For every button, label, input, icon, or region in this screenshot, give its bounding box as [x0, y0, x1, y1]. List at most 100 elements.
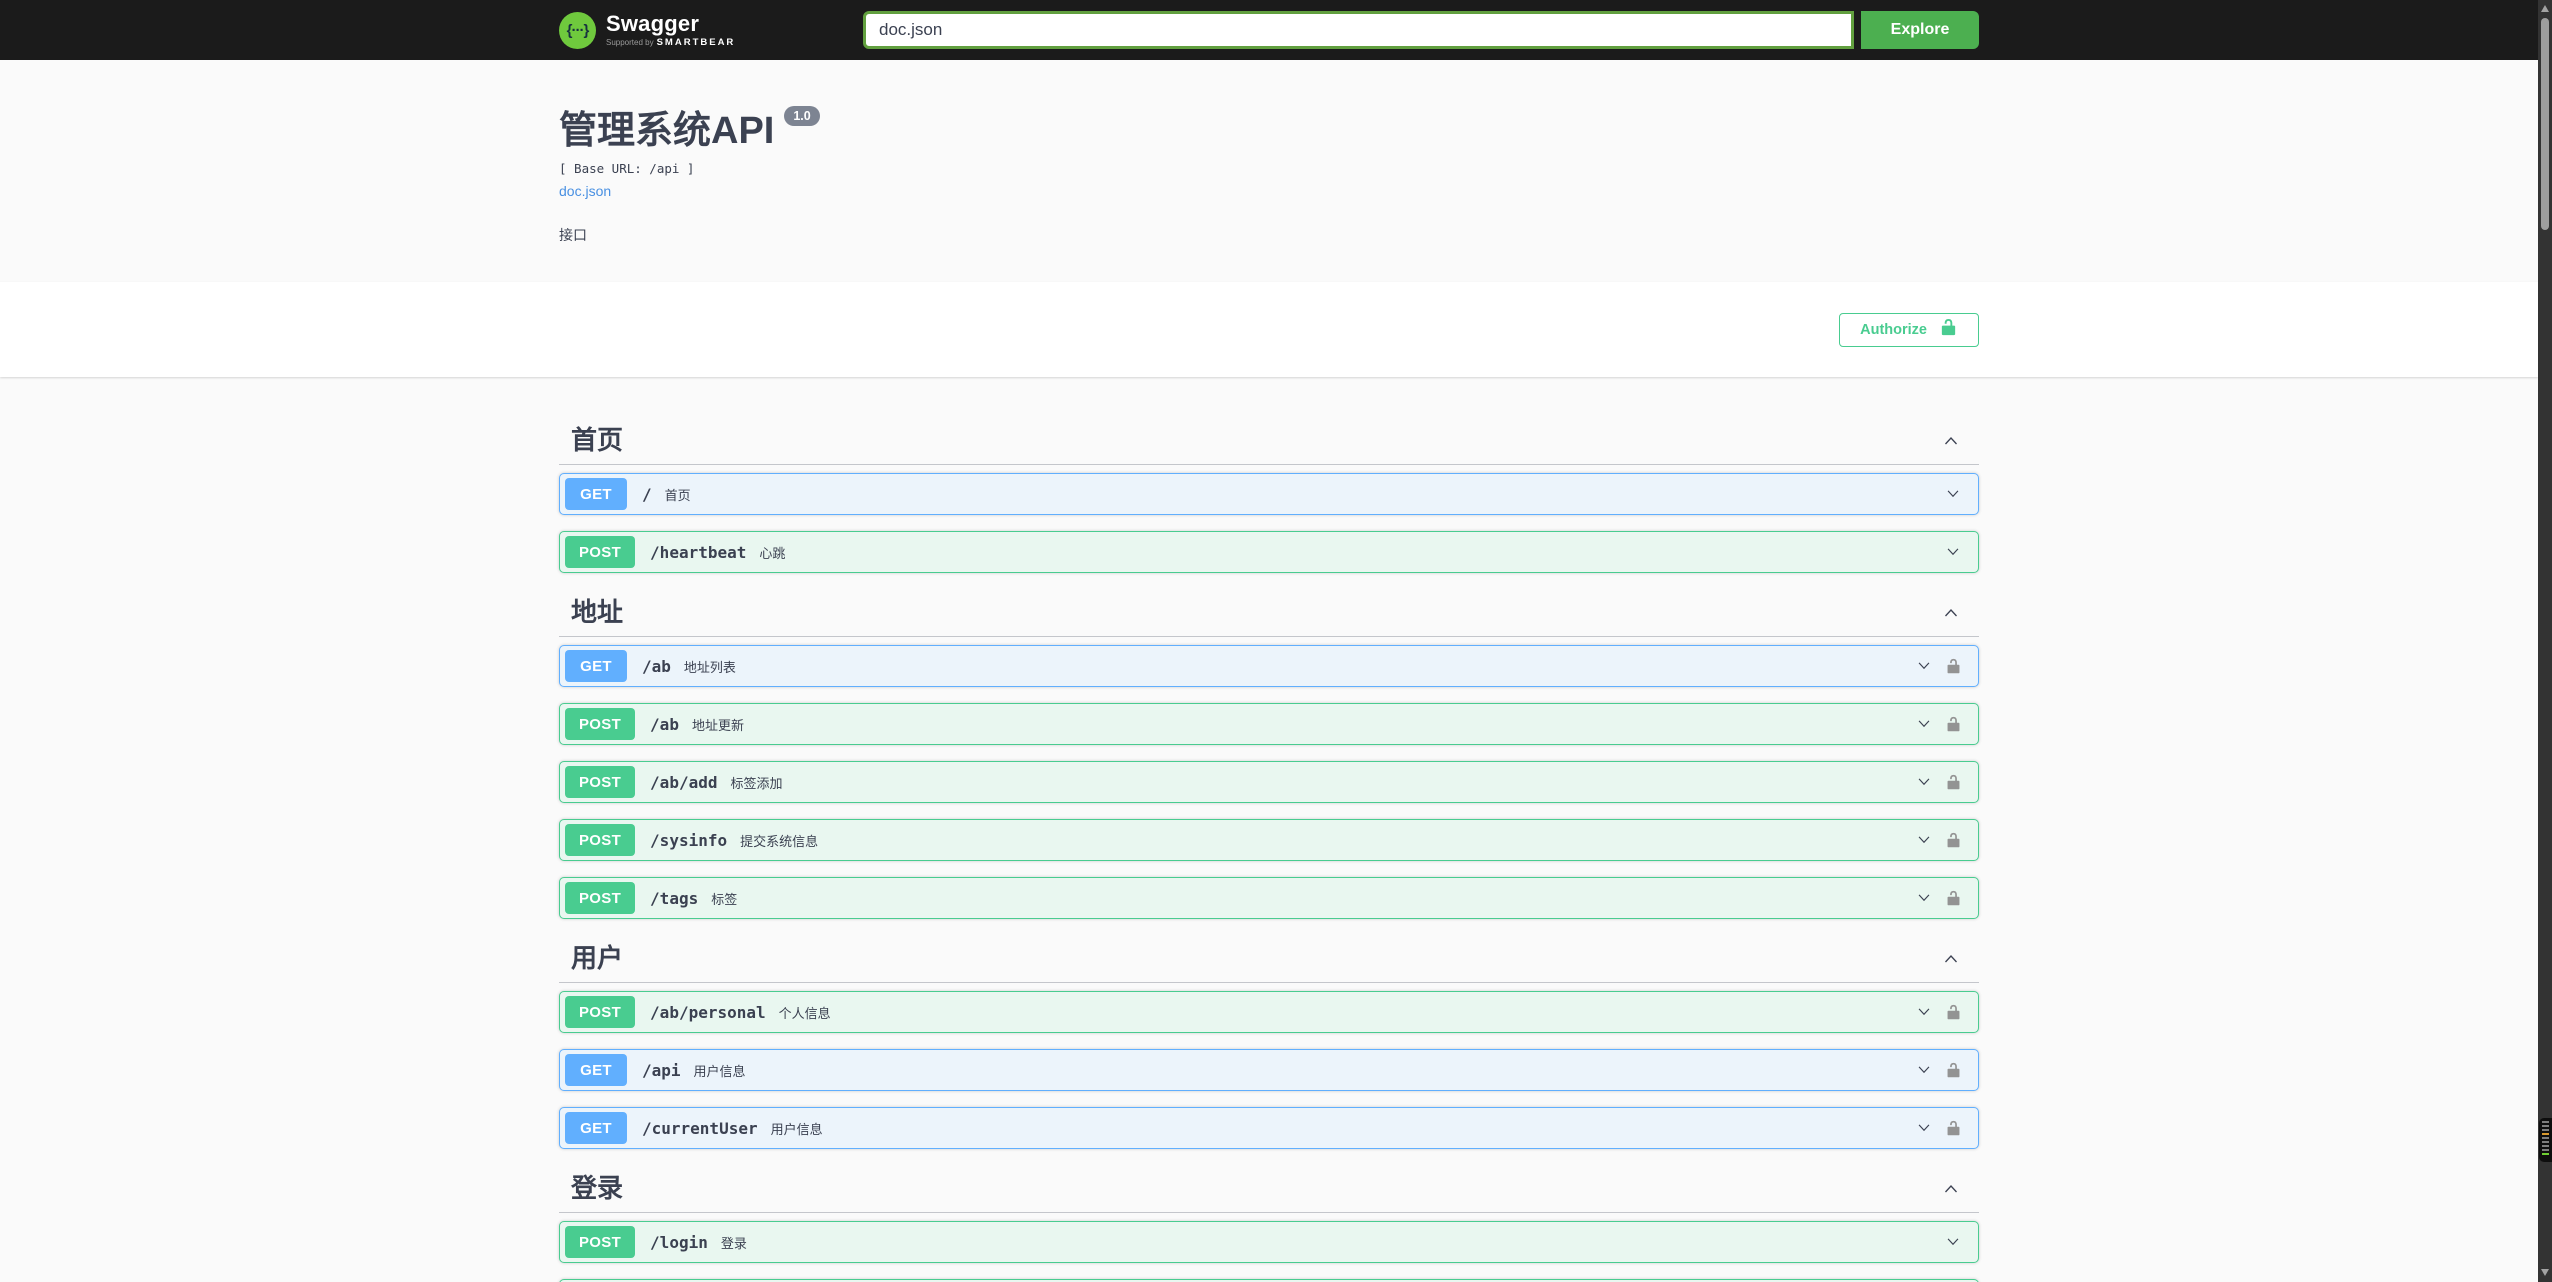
tag-section-login: 登录 POST /login 登录 POST /login/captcha 登录…: [559, 1165, 1979, 1282]
base-url: [ Base URL: /api ]: [559, 161, 695, 176]
method-badge: POST: [565, 1226, 636, 1258]
chevron-down-icon: [1918, 720, 1930, 728]
operation-path[interactable]: /tags: [650, 889, 698, 908]
scroll-marker-widget[interactable]: [2539, 1118, 2552, 1162]
chevron-down-icon: [1918, 778, 1930, 786]
operation-path[interactable]: /login: [650, 1233, 708, 1252]
operation-row[interactable]: POST /ab 地址更新: [559, 703, 1979, 745]
operation-summary: 标签添加: [730, 775, 783, 791]
tag-title: 用户: [571, 943, 624, 973]
tag-section-user: 用户 POST /ab/personal 个人信息 GET /api 用户信息 …: [559, 935, 1979, 1149]
explore-button[interactable]: Explore: [1861, 11, 1979, 49]
chevron-up-icon: [1945, 1184, 1957, 1192]
operation-summary: 提交系统信息: [740, 833, 819, 849]
tag-section-home: 首页 GET / 首页 POST /heartbeat 心跳: [559, 417, 1979, 573]
chevron-down-icon: [1918, 662, 1930, 670]
method-badge: POST: [565, 536, 636, 568]
operation-summary: 心跳: [759, 545, 786, 561]
spec-link[interactable]: doc.json: [559, 183, 611, 199]
scheme-container: Authorize: [0, 282, 2538, 377]
chevron-down-icon: [1947, 1238, 1959, 1246]
brand-subtitle: Supported by SMARTBEAR: [606, 36, 736, 48]
chevron-down-icon: [1918, 1008, 1930, 1016]
tag-title: 登录: [571, 1173, 624, 1203]
unlocked-padlock-icon[interactable]: [1945, 1004, 1962, 1021]
chevron-up-icon: [1945, 954, 1957, 962]
method-badge: POST: [565, 882, 636, 914]
operation-row[interactable]: GET / 首页: [559, 473, 1979, 515]
authorize-button[interactable]: Authorize: [1839, 312, 1979, 347]
chevron-down-icon: [1918, 1066, 1930, 1074]
operation-path[interactable]: /api: [642, 1061, 681, 1080]
scrollbar-down-arrow-icon[interactable]: [2541, 1269, 2549, 1276]
tag-title: 首页: [571, 425, 624, 455]
operation-summary: 地址更新: [691, 717, 744, 733]
api-title: 管理系统API 1.0: [559, 106, 1979, 152]
topbar: {···} Swagger Supported bySMARTBEAR Expl…: [0, 0, 2538, 60]
brand-name: Swagger: [606, 10, 700, 36]
vertical-scrollbar[interactable]: [2538, 0, 2552, 1282]
operation-row[interactable]: POST /ab/add 标签添加: [559, 761, 1979, 803]
operation-summary: 用户信息: [693, 1063, 746, 1079]
unlocked-padlock-icon[interactable]: [1945, 832, 1962, 849]
operation-path[interactable]: /ab: [650, 715, 679, 734]
operation-path[interactable]: /sysinfo: [650, 831, 727, 850]
operation-summary: 首页: [664, 487, 691, 503]
operation-row[interactable]: GET /currentUser 用户信息: [559, 1107, 1979, 1149]
authorize-label: Authorize: [1860, 321, 1927, 338]
operation-path[interactable]: /ab: [642, 657, 671, 676]
operation-row[interactable]: GET /ab 地址列表: [559, 645, 1979, 687]
scrollbar-thumb[interactable]: [2541, 18, 2549, 230]
tag-section-address: 地址 GET /ab 地址列表 POST /ab 地址更新 POST /ab/a…: [559, 589, 1979, 919]
swagger-ui-page: {···} Swagger Supported bySMARTBEAR Expl…: [0, 0, 2538, 1282]
chevron-down-icon: [1918, 894, 1930, 902]
unlocked-padlock-icon[interactable]: [1945, 890, 1962, 907]
spec-url-input[interactable]: [863, 11, 1854, 49]
method-badge: POST: [565, 996, 636, 1028]
tag-header-home[interactable]: 首页: [559, 417, 1979, 465]
operation-row[interactable]: POST /sysinfo 提交系统信息: [559, 819, 1979, 861]
chevron-down-icon: [1918, 1124, 1930, 1132]
tag-title: 地址: [571, 597, 624, 627]
operation-path[interactable]: /heartbeat: [650, 543, 746, 562]
swagger-logo[interactable]: {···} Swagger Supported by SMARTBEAR: [559, 10, 736, 49]
spec-url-form: Explore: [863, 11, 1979, 49]
tag-header-user[interactable]: 用户: [559, 935, 1979, 983]
info-section: 管理系统API 1.0 [ Base URL: /api ] doc.json 接…: [0, 60, 2538, 282]
operation-row[interactable]: POST /ab/personal 个人信息: [559, 991, 1979, 1033]
chevron-up-icon: [1945, 608, 1957, 616]
operation-path[interactable]: /currentUser: [642, 1119, 758, 1138]
method-badge: GET: [565, 650, 627, 682]
operation-row[interactable]: POST /heartbeat 心跳: [559, 531, 1979, 573]
api-description: 接口: [559, 227, 587, 243]
operation-path[interactable]: /: [642, 485, 652, 504]
unlocked-padlock-icon[interactable]: [1945, 1120, 1962, 1137]
version-badge: 1.0: [784, 106, 820, 126]
operation-path[interactable]: /ab/personal: [650, 1003, 766, 1022]
operation-row[interactable]: GET /api 用户信息: [559, 1049, 1979, 1091]
unlocked-padlock-icon[interactable]: [1945, 774, 1962, 791]
unlocked-padlock-icon[interactable]: [1945, 716, 1962, 733]
operation-summary: 地址列表: [683, 659, 736, 675]
operation-row[interactable]: POST /login 登录: [559, 1221, 1979, 1263]
operation-path[interactable]: /ab/add: [650, 773, 717, 792]
chevron-up-icon: [1945, 436, 1957, 444]
chevron-down-icon: [1947, 548, 1959, 556]
method-badge: POST: [565, 824, 636, 856]
unlocked-padlock-icon[interactable]: [1945, 658, 1962, 675]
method-badge: GET: [565, 1112, 627, 1144]
unlocked-padlock-icon[interactable]: [1945, 1062, 1962, 1079]
unlocked-padlock-icon: [1939, 318, 1958, 341]
method-badge: POST: [565, 708, 636, 740]
operation-row[interactable]: POST /tags 标签: [559, 877, 1979, 919]
tag-header-address[interactable]: 地址: [559, 589, 1979, 637]
method-badge: GET: [565, 1054, 627, 1086]
operation-summary: 标签: [711, 891, 738, 907]
swagger-logo-icon: {···}: [559, 11, 596, 49]
chevron-down-icon: [1947, 490, 1959, 498]
operation-summary: 用户信息: [770, 1121, 823, 1137]
operation-summary: 个人信息: [778, 1005, 831, 1021]
tag-header-login[interactable]: 登录: [559, 1165, 1979, 1213]
method-badge: GET: [565, 478, 627, 510]
scrollbar-up-arrow-icon[interactable]: [2541, 5, 2549, 12]
